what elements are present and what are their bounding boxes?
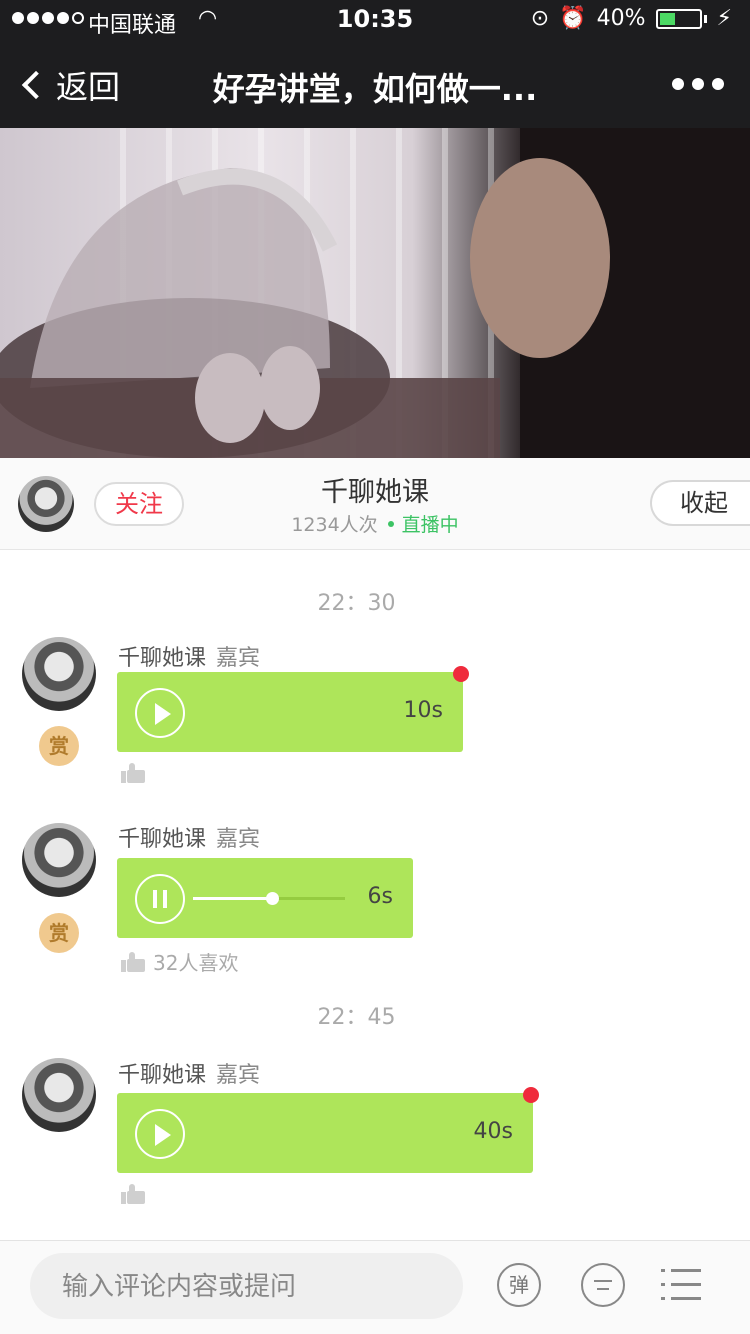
live-status: 直播中 <box>401 514 459 536</box>
sender-avatar[interactable] <box>22 1058 96 1132</box>
more-dot-icon <box>672 78 684 90</box>
cover-image <box>0 128 750 458</box>
time-divider: 22：30 <box>317 591 396 616</box>
voice-message[interactable]: 10s <box>117 672 463 752</box>
collapse-button[interactable]: 收起 <box>650 480 750 526</box>
page-title: 好孕讲堂，如何做一... <box>212 70 538 108</box>
live-dot-icon <box>387 521 394 527</box>
back-label: 返回 <box>56 68 121 106</box>
thumbs-up-icon <box>121 763 145 783</box>
playback-progress[interactable] <box>193 892 345 905</box>
play-icon[interactable] <box>135 1109 185 1159</box>
sender-name: 千聊她课 <box>118 1063 207 1088</box>
time-divider: 22：45 <box>317 1005 396 1030</box>
sender-role: 嘉宾 <box>216 646 261 671</box>
more-button[interactable] <box>672 78 724 90</box>
voice-message[interactable]: 40s <box>117 1093 533 1173</box>
cover-illustration <box>0 128 750 458</box>
rotation-lock-icon: ⊙ <box>530 6 550 31</box>
charging-icon: ⚡ <box>716 6 732 31</box>
like-button[interactable] <box>121 1184 153 1204</box>
thumbs-up-icon <box>121 1184 145 1204</box>
bottom-bar: 输入评论内容或提问 弹 <box>0 1240 750 1334</box>
sender-name: 千聊她课 <box>118 827 207 852</box>
status-bar: 中国联通 ◠ 10:35 ⊙ ⏰ 40% ⚡ <box>0 0 750 40</box>
like-button[interactable] <box>121 763 153 783</box>
thumbs-up-icon <box>121 951 145 972</box>
menu-list-icon[interactable] <box>661 1265 701 1305</box>
sender-line: 千聊她课 嘉宾 <box>118 821 260 853</box>
chevron-left-icon <box>21 70 51 100</box>
comment-icon[interactable] <box>581 1263 625 1307</box>
comment-input[interactable]: 输入评论内容或提问 <box>30 1253 463 1319</box>
sender-role: 嘉宾 <box>216 1063 261 1088</box>
host-name: 千聊她课 <box>321 477 429 508</box>
sender-name: 千聊她课 <box>118 646 207 671</box>
unread-dot <box>453 666 469 682</box>
battery-icon <box>655 8 702 29</box>
play-icon[interactable] <box>135 688 185 738</box>
voice-duration: 10s <box>403 698 443 723</box>
host-bar: 关注 千聊她课 1234人次 直播中 收起 <box>0 458 750 550</box>
battery-text: 40% <box>596 6 646 31</box>
battery-fill <box>659 12 675 25</box>
sender-line: 千聊她课 嘉宾 <box>118 1057 260 1089</box>
danmaku-button[interactable]: 弹 <box>497 1263 541 1307</box>
reward-button[interactable]: 赏 <box>39 913 79 953</box>
view-count: 1234人次 <box>291 514 378 536</box>
pause-icon[interactable] <box>135 874 185 924</box>
host-avatar[interactable] <box>18 476 74 532</box>
like-button[interactable]: 32人喜欢 <box>121 947 238 976</box>
sender-avatar[interactable] <box>22 637 96 711</box>
voice-duration: 6s <box>367 884 393 909</box>
sender-line: 千聊她课 嘉宾 <box>118 640 260 672</box>
unread-dot <box>523 1087 539 1103</box>
follow-button[interactable]: 关注 <box>94 482 184 526</box>
host-meta: 1234人次 直播中 <box>250 510 500 537</box>
sender-avatar[interactable] <box>22 823 96 897</box>
back-button[interactable]: 返回 <box>18 62 120 108</box>
more-dot-icon <box>692 78 704 90</box>
reward-button[interactable]: 赏 <box>39 726 79 766</box>
sender-role: 嘉宾 <box>216 827 261 852</box>
voice-message[interactable]: 6s <box>117 858 413 938</box>
progress-knob[interactable] <box>266 892 279 905</box>
voice-duration: 40s <box>473 1119 513 1144</box>
nav-bar: 返回 好孕讲堂，如何做一... <box>0 40 750 128</box>
alarm-icon: ⏰ <box>559 6 587 31</box>
like-count: 32人喜欢 <box>153 951 239 975</box>
more-dot-icon <box>712 78 724 90</box>
top-bar: 中国联通 ◠ 10:35 ⊙ ⏰ 40% ⚡ 返回 好孕讲堂，如何做一... <box>0 0 750 128</box>
